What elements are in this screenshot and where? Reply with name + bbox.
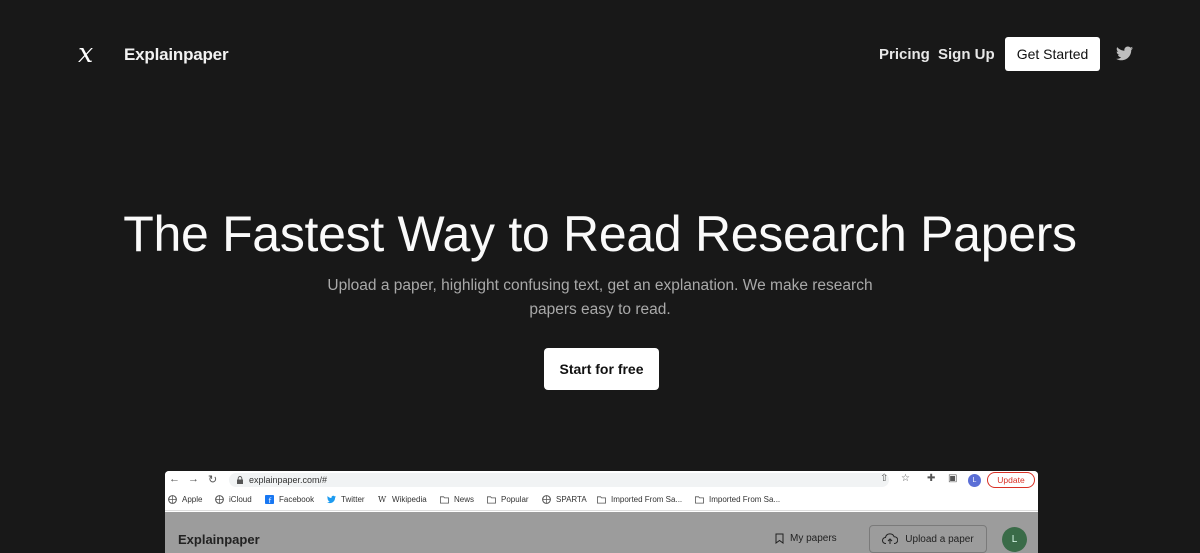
upload-paper-button: Upload a paper [869, 525, 987, 553]
bookmark-item: Imported From Sa... [597, 495, 682, 504]
update-button: Update [987, 472, 1035, 488]
cloud-upload-icon [882, 533, 899, 544]
facebook-icon: f [265, 495, 274, 504]
bookmark-item: iCloud [215, 495, 252, 504]
app-avatar: L [1002, 527, 1027, 552]
reload-icon: ↻ [208, 474, 218, 486]
globe-icon [215, 495, 224, 504]
extensions-icon: ✚ [927, 473, 936, 484]
address-url: explainpaper.com/# [249, 475, 328, 485]
bookmark-icon [775, 533, 784, 544]
globe-icon [168, 495, 177, 504]
brand-name[interactable]: Explainpaper [124, 45, 229, 65]
twitter-icon [327, 495, 336, 504]
top-nav: x Explainpaper Pricing Sign Up Get Start… [0, 0, 1200, 110]
folder-icon [487, 496, 496, 504]
share-icon: ⇧ [880, 473, 889, 484]
nav-pricing-link[interactable]: Pricing [879, 46, 930, 63]
nav-signup-link[interactable]: Sign Up [938, 46, 995, 63]
globe-icon [542, 495, 551, 504]
folder-icon [440, 496, 449, 504]
bookmark-item: f Facebook [265, 495, 314, 504]
wikipedia-icon: W [378, 495, 387, 504]
bookmark-item: Twitter [327, 495, 365, 504]
get-started-button[interactable]: Get Started [1005, 37, 1100, 71]
bookmark-item: W Wikipedia [378, 495, 427, 504]
browser-preview: ← → ↻ explainpaper.com/# ⇧ ☆ ✚ ▣ L Updat… [165, 471, 1038, 553]
sidebar-icon: ▣ [948, 473, 958, 484]
bookmark-item: SPARTA [542, 495, 587, 504]
twitter-icon[interactable] [1116, 46, 1133, 61]
lock-icon [237, 476, 243, 484]
logo-icon[interactable]: x [78, 40, 93, 68]
app-brand: Explainpaper [178, 532, 260, 547]
my-papers-link: My papers [775, 533, 837, 544]
address-bar: explainpaper.com/# [229, 473, 889, 487]
hero-subtitle: Upload a paper, highlight confusing text… [327, 277, 873, 318]
app-header: Explainpaper My papers Upload a paper L [165, 512, 1038, 553]
profile-avatar: L [968, 474, 981, 487]
folder-icon [597, 496, 606, 504]
bookmarks-bar: Apple iCloud f Facebook Twitter W Wikipe… [165, 490, 1038, 511]
bookmark-item: News [440, 495, 474, 504]
bookmark-item: Apple [168, 495, 202, 504]
back-arrow-icon: ← [169, 473, 180, 485]
bookmark-item: Imported From Sa... [695, 495, 780, 504]
star-icon: ☆ [901, 473, 910, 484]
browser-toolbar: ← → ↻ explainpaper.com/# ⇧ ☆ ✚ ▣ L Updat… [165, 471, 1038, 490]
folder-icon [695, 496, 704, 504]
forward-arrow-icon: → [188, 473, 199, 485]
start-for-free-button[interactable]: Start for free [544, 348, 659, 390]
bookmark-item: Popular [487, 495, 529, 504]
hero-title: The Fastest Way to Read Research Papers [123, 206, 1077, 262]
